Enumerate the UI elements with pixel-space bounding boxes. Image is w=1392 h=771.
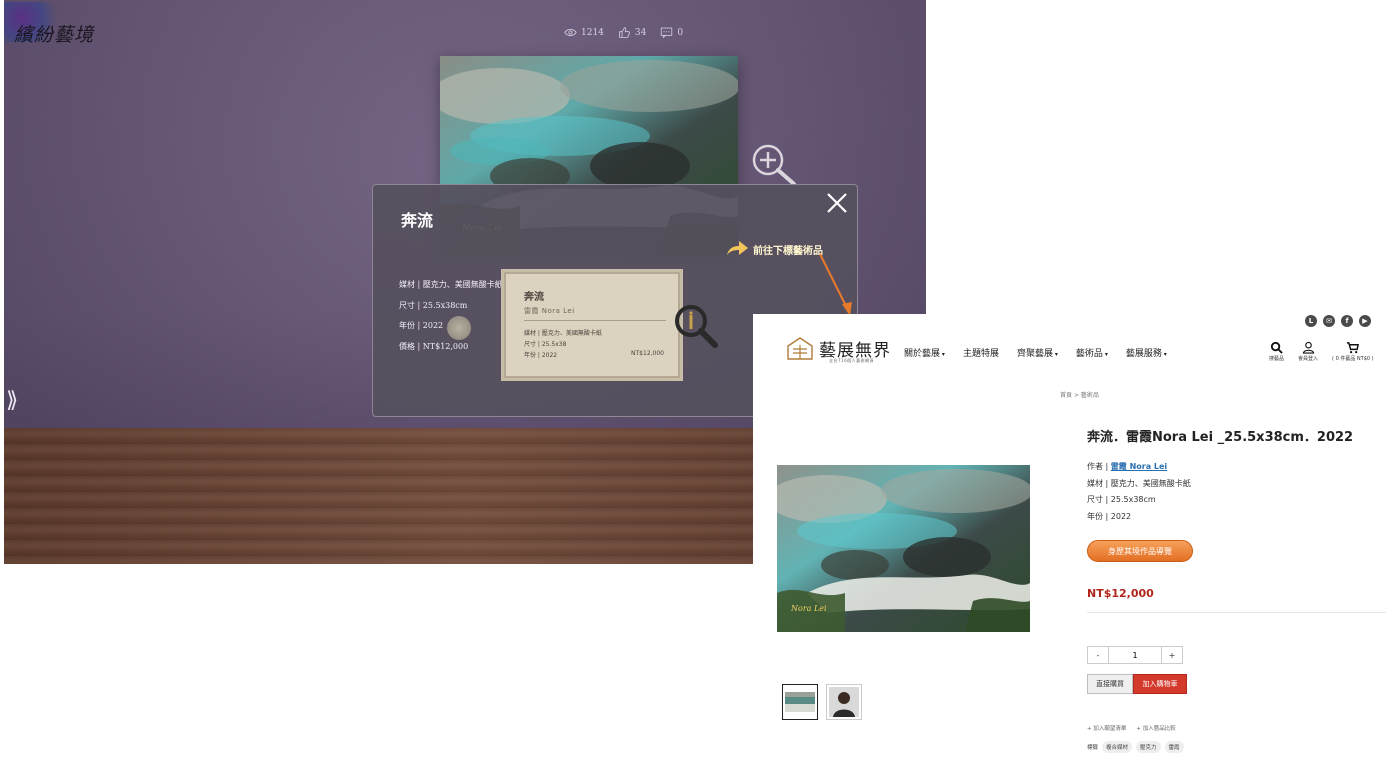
views-count: 1214 — [581, 27, 604, 38]
add-to-wishlist-link[interactable]: + 加入願望清單 — [1087, 724, 1126, 732]
artwork-stats: 1214 34 0 — [564, 26, 683, 39]
product-medium: 媒材 | 壓克力、美國無酸卡紙 — [1087, 478, 1191, 488]
product-artist-row: 作者 | 雷霞 Nora Lei — [1087, 459, 1191, 476]
quantity-stepper: - + — [1087, 646, 1183, 664]
line-icon[interactable]: L — [1305, 315, 1317, 327]
breadcrumb-home[interactable]: 首頁 — [1060, 392, 1072, 399]
social-links: L ✉ f ▶ — [1305, 315, 1371, 327]
product-tags: 標籤 複合媒材 壓克力 雷霞 — [1087, 741, 1184, 753]
product-title: 奔流．雷霞Nora Lei _25.5x38cm．2022 — [1087, 430, 1354, 445]
nav-services[interactable]: 藝展服務 — [1126, 346, 1167, 359]
spec-size: 尺寸 | 25.5x38cm — [399, 300, 468, 310]
label-card-size: 尺寸 | 25.5x38 — [524, 341, 567, 348]
mail-icon[interactable]: ✉ — [1323, 315, 1335, 327]
quantity-decrease-button[interactable]: - — [1088, 647, 1108, 663]
tag-item[interactable]: 雷霞 — [1164, 741, 1184, 753]
main-nav: 關於藝展 主題特展 齊聚藝展 藝術品 藝展服務 — [904, 346, 1167, 359]
product-artist-link[interactable]: 雷霞 Nora Lei — [1111, 462, 1167, 471]
breadcrumb-artworks[interactable]: 藝術品 — [1081, 392, 1099, 399]
arrow-right-icon — [727, 241, 748, 255]
product-size: 尺寸 | 25.5x38cm — [1087, 495, 1156, 504]
modal-artwork-title: 奔流 — [401, 211, 434, 230]
product-image-signature: Nora Lei — [790, 604, 827, 613]
artwork-label-card: 奔流 雷霞 Nora Lei 媒材 | 壓克力、美國無酸卡紙 尺寸 | 25.5… — [501, 269, 683, 381]
label-card-title: 奔流 — [524, 292, 544, 303]
add-to-compare-link[interactable]: + 加入藝品比較 — [1136, 724, 1175, 732]
thumbs-up-icon[interactable] — [618, 26, 631, 39]
cart-icon — [1347, 342, 1360, 354]
label-card-divider — [524, 320, 666, 321]
quantity-increase-button[interactable]: + — [1162, 647, 1182, 663]
nav-about[interactable]: 關於藝展 — [904, 346, 945, 359]
label-card-artist: 雷霞 Nora Lei — [524, 307, 575, 315]
previous-artwork-arrow[interactable]: ⟫ — [6, 388, 18, 413]
gallery-logo: 繽紛藝境 — [4, 2, 106, 58]
comments-count: 0 — [677, 27, 684, 38]
tag-item[interactable]: 複合媒材 — [1102, 741, 1133, 753]
immersive-tour-button[interactable]: 身歷其境作品導覽 — [1087, 540, 1193, 562]
breadcrumb-separator: > — [1073, 392, 1079, 399]
search-label: 搜藝品 — [1269, 356, 1285, 362]
price-divider — [1087, 612, 1386, 613]
artwork-specs: 媒材 | 壓克力、美國無酸卡紙 尺寸 | 25.5x38cm 年份 | 2022… — [399, 275, 503, 357]
quantity-input[interactable] — [1108, 647, 1162, 663]
product-thumbnail-artwork[interactable] — [782, 684, 818, 720]
product-thumbnail-artist[interactable] — [826, 684, 862, 720]
label-card-medium: 媒材 | 壓克力、美國無酸卡紙 — [524, 330, 602, 337]
zoom-in-icon[interactable] — [748, 142, 804, 190]
logo-mark-icon — [787, 336, 813, 360]
spec-price: 價格 | NT$12,000 — [399, 341, 469, 351]
cart-label: ( 0 件藝品 NT$0 ) — [1332, 356, 1374, 362]
label-card-year: 年份 | 2022 — [524, 352, 558, 359]
magnifier-icon[interactable] — [671, 303, 721, 351]
product-artist-label: 作者 | — [1087, 462, 1111, 471]
breadcrumb: 首頁 > 藝術品 — [1060, 390, 1099, 399]
tag-item[interactable]: 壓克力 — [1136, 741, 1161, 753]
close-icon[interactable] — [825, 191, 849, 215]
label-card-price: NT$12,000 — [631, 350, 664, 357]
product-info: 作者 | 雷霞 Nora Lei 媒材 | 壓克力、美國無酸卡紙 尺寸 | 25… — [1087, 459, 1191, 525]
likes-count: 34 — [634, 27, 647, 38]
next-artwork-link[interactable]: 前往下標藝術品 — [725, 239, 823, 259]
add-to-cart-button[interactable]: 加入購物車 — [1133, 674, 1187, 694]
product-year: 年份 | 2022 — [1087, 511, 1132, 521]
comments-stat[interactable]: 0 — [660, 26, 683, 39]
shop-product-page: L ✉ f ▶ 藝展無界 全台716個人藝術網頁 關於藝展 主題特展 齊聚藝展 … — [753, 314, 1392, 771]
thumbnail-artist-photo-icon — [829, 687, 859, 717]
header-actions: 搜藝品 會員登入 ( 0 件藝品 NT$0 ) — [1269, 341, 1374, 362]
tags-label: 標籤 — [1087, 745, 1099, 751]
nav-gather[interactable]: 齊聚藝展 — [1017, 346, 1058, 359]
thumbnail-painting-icon — [785, 692, 815, 712]
nav-artworks[interactable]: 藝術品 — [1076, 346, 1108, 359]
member-label: 會員登入 — [1298, 356, 1319, 362]
label-card-details: 媒材 | 壓克力、美國無酸卡紙 尺寸 | 25.5x38 年份 | 2022 — [524, 328, 602, 361]
views-stat: 1214 — [564, 26, 604, 39]
eye-icon — [564, 29, 577, 36]
youtube-icon[interactable]: ▶ — [1359, 315, 1371, 327]
search-action[interactable]: 搜藝品 — [1269, 341, 1284, 362]
product-price: NT$12,000 — [1087, 587, 1154, 600]
gallery-logo-text: 繽紛藝境 — [14, 24, 95, 46]
nav-themes[interactable]: 主題特展 — [963, 346, 999, 359]
product-extra-actions: + 加入願望清單 + 加入藝品比較 — [1087, 724, 1176, 732]
artist-badge-icon[interactable] — [447, 316, 471, 340]
next-artwork-label: 前往下標藝術品 — [753, 245, 823, 257]
pointer-arrow-icon — [819, 253, 852, 316]
member-action[interactable]: 會員登入 — [1298, 341, 1318, 362]
likes-stat[interactable]: 34 — [618, 26, 646, 39]
site-logo-tagline: 全台716個人藝術網頁 — [829, 358, 875, 363]
product-main-image[interactable]: Nora Lei — [777, 465, 1030, 632]
facebook-icon[interactable]: f — [1341, 315, 1353, 327]
site-logo[interactable]: 藝展無界 全台716個人藝術網頁 — [787, 336, 891, 363]
spec-medium: 媒材 | 壓克力、美國無酸卡紙 — [399, 280, 503, 289]
comment-icon[interactable] — [660, 26, 673, 39]
search-icon — [1270, 341, 1283, 354]
buy-now-button[interactable]: 直接購買 — [1087, 674, 1133, 694]
cart-action[interactable]: ( 0 件藝品 NT$0 ) — [1332, 341, 1374, 362]
user-icon — [1302, 341, 1314, 354]
